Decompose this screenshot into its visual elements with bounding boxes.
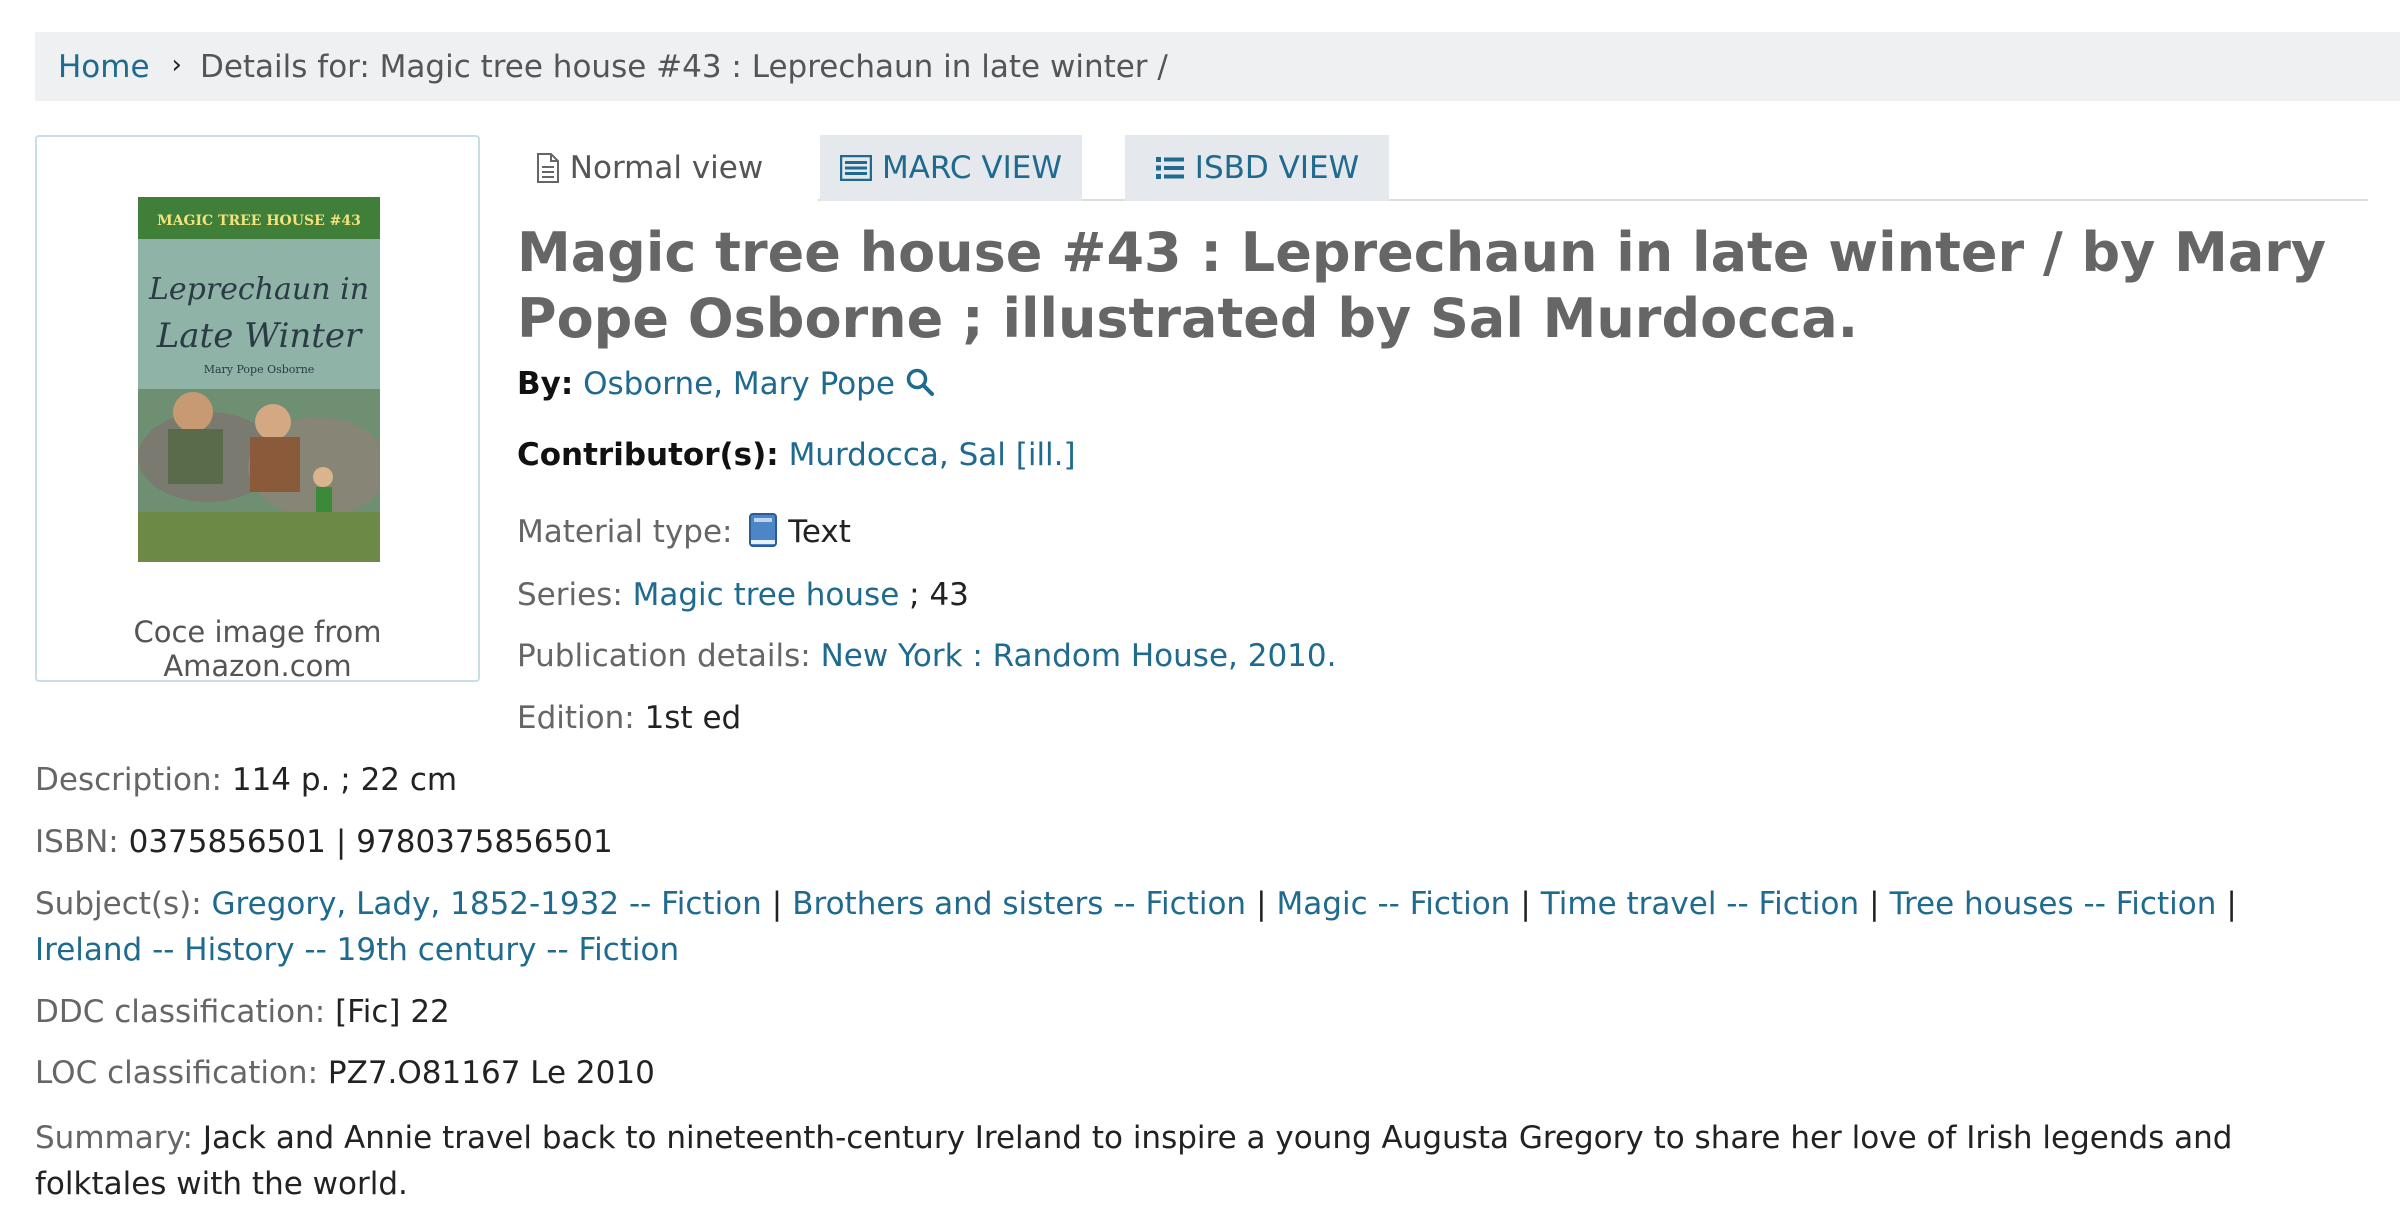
loc-row: LOC classification: PZ7.O81167 Le 2010 bbox=[35, 1055, 655, 1091]
subject-link[interactable]: Time travel -- Fiction bbox=[1541, 886, 1859, 922]
contributors-row: Contributor(s): Murdocca, Sal [ill.] bbox=[517, 437, 1076, 473]
svg-text:Late Winter: Late Winter bbox=[156, 316, 363, 356]
marc-card-icon bbox=[839, 155, 872, 181]
author-label: By: bbox=[517, 366, 574, 402]
subject-link[interactable]: Brothers and sisters -- Fiction bbox=[792, 886, 1246, 922]
summary-value: Jack and Annie travel back to nineteenth… bbox=[35, 1120, 2233, 1202]
subject-link[interactable]: Magic -- Fiction bbox=[1277, 886, 1511, 922]
svg-text:MAGIC TREE HOUSE #43: MAGIC TREE HOUSE #43 bbox=[157, 213, 361, 229]
cover-image-caption: Coce image from Amazon.com bbox=[133, 615, 382, 683]
publication-row: Publication details: New York : Random H… bbox=[517, 638, 1336, 674]
description-row: Description: 114 p. ; 22 cm bbox=[35, 762, 457, 798]
material-type-value: Text bbox=[788, 514, 851, 550]
author-row: By: Osborne, Mary Pope bbox=[517, 366, 935, 405]
subjects-label: Subject(s): bbox=[35, 886, 202, 922]
loc-label: LOC classification: bbox=[35, 1055, 319, 1091]
chevron-right-icon: › bbox=[171, 49, 182, 80]
isbn-value: 9780375856501 bbox=[356, 824, 613, 860]
cover-image-panel: MAGIC TREE HOUSE #43 Leprechaun in Late … bbox=[35, 135, 480, 683]
isbn-label: ISBN: bbox=[35, 824, 119, 860]
edition-value: 1st ed bbox=[644, 700, 742, 736]
contributors-label: Contributor(s): bbox=[517, 437, 779, 473]
ddc-value: [Fic] 22 bbox=[335, 994, 450, 1030]
subject-link[interactable]: Tree houses -- Fiction bbox=[1890, 886, 2217, 922]
summary-label: Summary: bbox=[35, 1120, 193, 1156]
svg-text:Leprechaun in: Leprechaun in bbox=[148, 272, 369, 307]
tab-normal-view[interactable]: Normal view bbox=[481, 135, 818, 201]
summary-row: Summary: Jack and Annie travel back to n… bbox=[35, 1115, 2365, 1207]
tab-marc-view-label: MARC VIEW bbox=[881, 150, 1063, 186]
document-icon bbox=[536, 153, 560, 183]
list-icon bbox=[1155, 155, 1185, 181]
description-label: Description: bbox=[35, 762, 222, 798]
subject-link[interactable]: Gregory, Lady, 1852-1932 -- Fiction bbox=[212, 886, 762, 922]
publication-label: Publication details: bbox=[517, 638, 811, 674]
view-tabs: Normal view MARC VIEW ISBD VIEW bbox=[481, 135, 2368, 201]
breadcrumb-current: Details for: Magic tree house #43 : Lepr… bbox=[199, 48, 1168, 85]
description-value: 114 p. ; 22 cm bbox=[231, 762, 458, 798]
book-icon bbox=[748, 512, 778, 556]
ddc-row: DDC classification: [Fic] 22 bbox=[35, 994, 450, 1030]
subjects-row: Subject(s): Gregory, Lady, 1852-1932 -- … bbox=[35, 886, 2237, 922]
tab-normal-view-label: Normal view bbox=[569, 150, 764, 186]
breadcrumb: Home › Details for: Magic tree house #43… bbox=[35, 32, 2400, 101]
subjects-row-continued: Ireland -- History -- 19th century -- Fi… bbox=[35, 932, 679, 968]
book-cover-art: MAGIC TREE HOUSE #43 Leprechaun in Late … bbox=[138, 197, 380, 562]
isbn-value: 0375856501 bbox=[128, 824, 326, 860]
tab-isbd-view-label: ISBD VIEW bbox=[1194, 150, 1360, 186]
edition-label: Edition: bbox=[517, 700, 635, 736]
series-number: ; 43 bbox=[909, 577, 969, 613]
material-type-row: Material type: Text bbox=[517, 512, 851, 556]
author-link[interactable]: Osborne, Mary Pope bbox=[583, 366, 895, 402]
series-row: Series: Magic tree house ; 43 bbox=[517, 577, 969, 613]
edition-row: Edition: 1st ed bbox=[517, 700, 741, 736]
series-link[interactable]: Magic tree house bbox=[633, 577, 900, 613]
tab-isbd-view[interactable]: ISBD VIEW bbox=[1125, 135, 1389, 201]
record-title: Magic tree house #43 : Leprechaun in lat… bbox=[517, 221, 2327, 350]
contributor-link[interactable]: Murdocca, Sal [ill.] bbox=[789, 437, 1076, 473]
ddc-label: DDC classification: bbox=[35, 994, 326, 1030]
material-type-label: Material type: bbox=[517, 514, 733, 550]
publication-link[interactable]: New York : Random House, 2010. bbox=[821, 638, 1337, 674]
cover-image[interactable]: MAGIC TREE HOUSE #43 Leprechaun in Late … bbox=[138, 197, 380, 562]
svg-text:Mary Pope Osborne: Mary Pope Osborne bbox=[204, 363, 315, 376]
loc-value: PZ7.O81167 Le 2010 bbox=[327, 1055, 655, 1091]
subject-link[interactable]: Ireland -- History -- 19th century -- Fi… bbox=[35, 932, 679, 968]
series-label: Series: bbox=[517, 577, 623, 613]
search-icon[interactable] bbox=[905, 367, 935, 405]
isbn-row: ISBN: 0375856501 | 9780375856501 bbox=[35, 824, 613, 860]
breadcrumb-home-link[interactable]: Home bbox=[58, 49, 150, 85]
tab-marc-view[interactable]: MARC VIEW bbox=[820, 135, 1082, 201]
